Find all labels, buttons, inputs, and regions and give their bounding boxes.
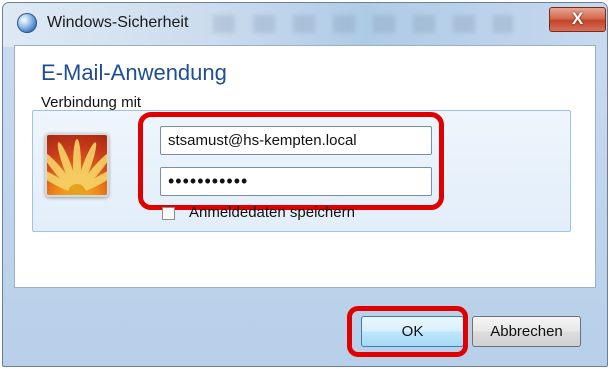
credentials-highlight <box>138 112 444 210</box>
connection-subtitle: Verbindung mit <box>41 94 142 111</box>
close-button[interactable]: X <box>549 7 606 32</box>
title-bar[interactable]: Windows-Sicherheit X <box>3 3 607 47</box>
app-title: E-Mail-Anwendung <box>41 60 227 85</box>
window-title: Windows-Sicherheit <box>47 14 189 31</box>
shield-globe-icon <box>17 13 37 33</box>
remember-credentials-checkbox[interactable] <box>162 207 175 220</box>
user-flower-avatar-icon <box>45 133 109 197</box>
remember-credentials-label[interactable]: Anmeldedaten speichern <box>189 204 355 221</box>
close-icon: X <box>571 9 584 28</box>
ok-button-highlight <box>347 306 468 357</box>
blurred-background <box>213 15 513 33</box>
cancel-button[interactable]: Abbrechen <box>472 316 581 347</box>
